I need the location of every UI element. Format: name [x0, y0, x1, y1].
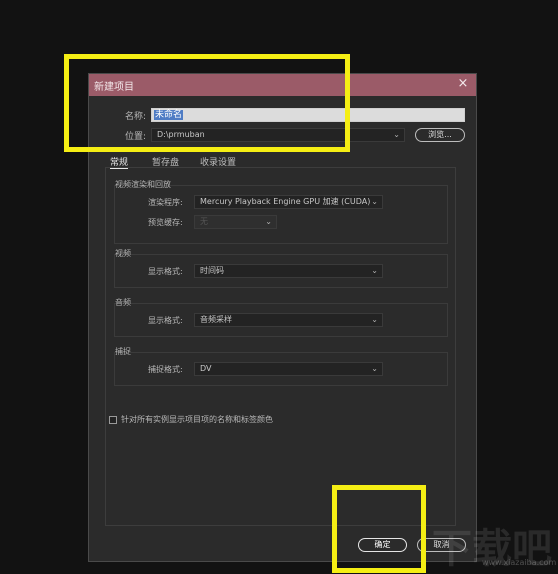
dialog-title: 新建项目	[94, 82, 134, 93]
dialog-titlebar: 新建项目 ×	[89, 74, 476, 96]
video-display-format-dropdown[interactable]: 时间码 ⌄	[194, 264, 383, 278]
video-display-format-label: 显示格式:	[148, 267, 183, 276]
chevron-down-icon: ⌄	[371, 197, 378, 206]
show-names-label-colors-label: 针对所有实例显示项目项的名称和标签颜色	[121, 415, 273, 424]
preview-cache-dropdown[interactable]: 无 ⌄	[194, 215, 277, 229]
new-project-dialog: 新建项目 × 名称: 未命名 位置: D:\prmuban ⌄ 浏览... 常规…	[88, 73, 477, 562]
chevron-down-icon: ⌄	[393, 130, 400, 139]
video-display-format-value: 时间码	[200, 266, 224, 275]
chevron-down-icon: ⌄	[371, 315, 378, 324]
project-name-value: 未命名	[154, 110, 184, 120]
audio-display-format-label: 显示格式:	[148, 316, 183, 325]
name-label: 名称:	[125, 112, 147, 122]
audio-group-title: 音频	[115, 298, 131, 307]
render-group-title: 视频渲染和回放	[115, 180, 171, 189]
close-icon[interactable]: ×	[456, 76, 470, 92]
capture-format-dropdown[interactable]: DV ⌄	[194, 362, 383, 376]
capture-format-label: 捕捉格式:	[148, 365, 183, 374]
audio-display-format-value: 音频采样	[200, 315, 232, 324]
preview-cache-label: 预览缓存:	[148, 218, 183, 227]
chevron-down-icon: ⌄	[371, 266, 378, 275]
general-tab-panel: 视频渲染和回放 渲染程序: Mercury Playback Engine GP…	[105, 167, 456, 526]
cancel-button[interactable]: 取消	[417, 538, 466, 552]
capture-format-value: DV	[200, 364, 212, 373]
capture-group-title: 捕捉	[115, 347, 131, 356]
location-value: D:\prmuban	[157, 130, 205, 139]
renderer-dropdown[interactable]: Mercury Playback Engine GPU 加速 (CUDA) ⌄	[194, 195, 383, 209]
renderer-value: Mercury Playback Engine GPU 加速 (CUDA)	[200, 197, 371, 206]
ok-button[interactable]: 确定	[358, 538, 407, 552]
show-names-label-colors-checkbox[interactable]	[109, 416, 117, 424]
location-dropdown[interactable]: D:\prmuban ⌄	[151, 128, 405, 142]
preview-cache-value: 无	[200, 217, 208, 226]
video-group-title: 视频	[115, 249, 131, 258]
watermark-url: www.xiazaiba.com	[482, 558, 557, 567]
audio-display-format-dropdown[interactable]: 音频采样 ⌄	[194, 313, 383, 327]
renderer-label: 渲染程序:	[148, 198, 183, 207]
project-name-input[interactable]: 未命名	[151, 108, 465, 122]
render-playback-group	[114, 185, 448, 244]
chevron-down-icon: ⌄	[371, 364, 378, 373]
browse-button[interactable]: 浏览...	[415, 128, 465, 142]
chevron-down-icon: ⌄	[265, 217, 272, 226]
location-label: 位置:	[125, 132, 147, 142]
